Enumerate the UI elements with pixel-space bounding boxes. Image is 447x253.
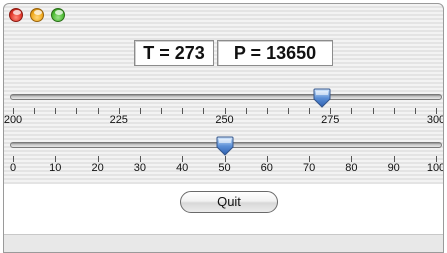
slider-tick	[351, 108, 353, 114]
pressure-readout: P = 13650	[217, 40, 333, 66]
slider-tick-label: 200	[3, 114, 23, 126]
slider-tick-label: 300	[426, 114, 444, 126]
slider-tick	[161, 108, 163, 114]
slider-tick-label: 60	[260, 162, 273, 174]
slider-tick-label: 70	[302, 162, 316, 174]
percent-slider[interactable]: 0 10 20 30 40 50 60 70 80 90 100	[4, 136, 444, 184]
slider-tick-label: 10	[49, 162, 62, 174]
slider-tick	[34, 108, 36, 114]
slider-tick	[97, 108, 99, 114]
minimize-button[interactable]	[30, 8, 44, 22]
quit-button[interactable]: Quit	[180, 191, 278, 213]
slider-tick-label: 30	[133, 162, 147, 174]
slider-tick	[203, 108, 205, 114]
slider-tick-label: 90	[387, 162, 400, 174]
slider-thumb[interactable]	[313, 88, 331, 108]
slider-tick-label: 100	[426, 162, 444, 174]
slider-tick-label: 275	[321, 114, 340, 126]
close-icon	[13, 10, 21, 15]
slider-tick	[76, 108, 78, 114]
minimize-icon	[34, 10, 42, 15]
zoom-button[interactable]	[51, 8, 65, 22]
temperature-slider[interactable]: 200 225 250 275 300	[3, 88, 444, 138]
slider-tick	[245, 108, 247, 114]
status-bar	[4, 234, 443, 252]
slider-tick-label: 20	[91, 162, 104, 174]
slider-tick	[266, 108, 268, 114]
zoom-icon	[55, 10, 63, 15]
slider-tick	[393, 108, 395, 114]
title-bar	[4, 4, 443, 26]
slider-track[interactable]	[10, 94, 442, 100]
slider-tick	[55, 108, 57, 114]
slider-thumb[interactable]	[216, 136, 234, 156]
slider-tick-label: 225	[109, 114, 128, 126]
slider-tick-label: 50	[218, 162, 231, 174]
slider-tick	[309, 108, 311, 114]
close-button[interactable]	[9, 8, 23, 22]
slider-tick	[414, 108, 416, 114]
slider-tick-label: 40	[176, 162, 189, 174]
slider-tick	[287, 108, 289, 114]
slider-tick-label: 250	[215, 114, 234, 126]
slider-tick	[139, 108, 141, 114]
slider-tick	[182, 108, 184, 114]
temperature-readout: T = 273	[134, 40, 214, 66]
slider-tick-label: 0	[9, 162, 17, 174]
app-window: T = 273 P = 13650 200 225 250 275 300 0 10 20 3…	[3, 3, 444, 253]
slider-tick-label: 80	[345, 162, 358, 174]
slider-tick	[372, 108, 374, 114]
